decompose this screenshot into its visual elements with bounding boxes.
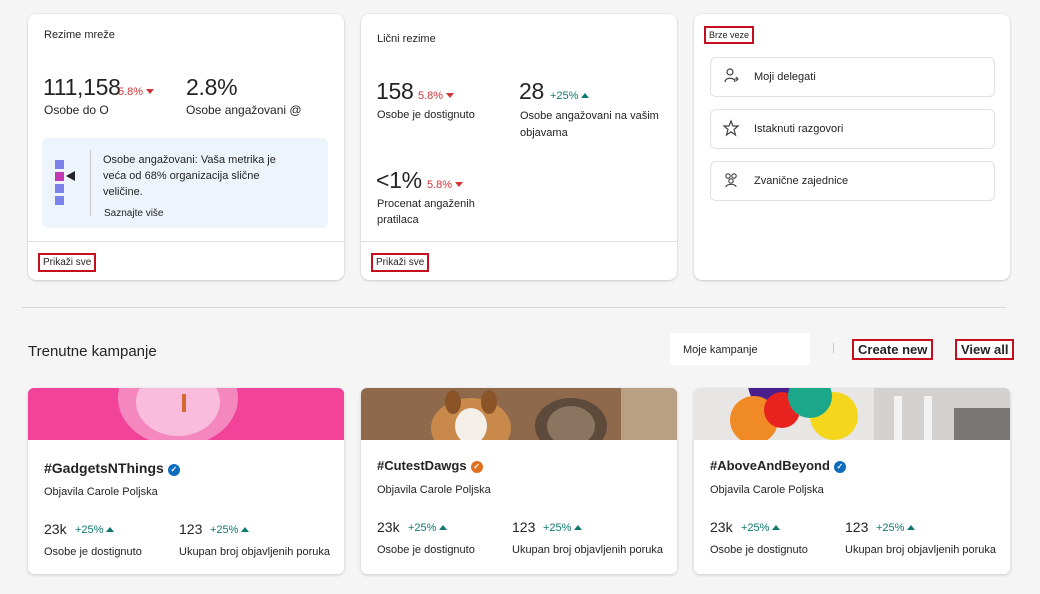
personal-followers-label: Procenat angaženih pratilaca [377,198,475,226]
personal-summary-card: Lični rezime 158 5.8% Osobe je dostignut… [361,14,677,280]
campaign-posts-value: 123 [179,521,203,537]
campaign-image-gadgets [28,388,344,440]
engagement-chart-icon [55,160,75,205]
campaign-card[interactable]: #AboveAndBeyond ✓ Objavila Carole Poljska… [694,388,1010,574]
personal-followers-value: <1% [376,167,422,193]
quick-links-card: Brze veze Moji delegati Istaknuti razgov… [694,14,1010,280]
verified-badge-icon: ✓ [833,461,846,473]
network-people-delta: 5.8% [118,86,155,98]
trend-down-icon [446,93,455,98]
create-new-button[interactable]: Create new [852,339,934,360]
campaign-card[interactable]: #CutestDawgs ✓ Objavila Carole Poljska 23… [361,388,677,574]
toolbar-separator [833,343,834,353]
trend-up-icon [772,525,781,530]
network-engaged-value: 2.8% [186,74,238,100]
campaign-author: Objavila Carole Poljska [710,484,824,496]
trend-down-icon [146,89,155,94]
campaign-reached-value: 23k [44,521,67,537]
campaign-filter-dropdown[interactable]: Moje kampanje [670,333,810,365]
campaign-image-balloons [694,388,1010,440]
campaign-reached-label: Osobe je dostignuto [377,544,475,556]
campaign-image-dogs [361,388,677,440]
trend-up-icon [907,525,916,530]
quick-link-featured[interactable]: Istaknuti razgovori [710,109,995,149]
quick-link-label: Zvanične zajednice [754,175,849,187]
campaigns-title: Trenutne kampanje [28,343,157,360]
personal-reached-delta: 5.8% [418,90,455,102]
network-summary-card: Rezime mreže 111,158 5.8% Osobe do O 2.8… [28,14,344,280]
campaign-posts-delta: +25% [876,522,916,534]
personal-engaged-label: Osobe angažovani na vašim objavama [520,110,659,139]
network-people-value: 111,158 [43,74,121,100]
section-divider [22,307,1006,308]
network-engaged-label: Osobe angažovani @ [186,103,302,117]
campaign-reached-delta: +25% [408,522,448,534]
personal-engaged-value: 28 [519,78,544,104]
verified-badge-icon: ✓ [167,464,180,476]
campaign-reached-delta: +25% [75,524,115,536]
quick-link-label: Istaknuti razgovori [754,123,844,135]
campaign-posts-delta: +25% [210,524,250,536]
campaign-reached-value: 23k [710,519,733,535]
verified-badge-icon: ✓ [470,461,483,473]
campaign-name: #AboveAndBeyond ✓ [710,458,846,473]
campaign-reached-label: Osobe je dostignuto [44,546,142,558]
view-all-button[interactable]: View all [955,339,1015,360]
campaign-posts-label: Ukupan broj objavljenih poruka [179,546,331,558]
trend-up-icon [581,93,590,98]
campaign-posts-label: Ukupan broj objavljenih poruka [512,544,664,556]
campaign-reached-delta: +25% [741,522,781,534]
campaign-posts-value: 123 [845,519,869,535]
personal-show-all-button[interactable]: Prikaži sve [371,253,430,272]
quick-link-delegates[interactable]: Moji delegati [710,57,995,97]
trend-down-icon [455,182,464,187]
trend-up-icon [439,525,448,530]
network-show-all-button[interactable]: Prikaži sve [38,253,97,272]
campaign-author: Objavila Carole Poljska [377,484,491,496]
quick-link-communities[interactable]: Zvanične zajednice [710,161,995,201]
card-footer-divider [28,241,344,242]
campaign-name: #CutestDawgs ✓ [377,458,483,473]
campaign-name: #GadgetsNThings ✓ [44,460,180,476]
info-divider [90,150,91,216]
info-text: Osobe angažovani: Vaša metrika je veća o… [103,154,276,198]
quick-link-label: Moji delegati [754,71,816,83]
personal-followers-delta: 5.8% [427,179,464,191]
card-footer-divider [361,241,677,242]
network-summary-title: Rezime mreže [44,29,115,41]
community-icon [721,171,741,191]
campaign-posts-value: 123 [512,519,536,535]
star-icon [721,119,741,139]
personal-reached-label: Osobe je dostignuto [377,109,475,121]
trend-up-icon [106,527,115,532]
campaign-reached-value: 23k [377,519,400,535]
personal-summary-title: Lični rezime [377,33,436,45]
network-people-label: Osobe do O [44,103,109,117]
campaign-posts-label: Ukupan broj objavljenih poruka [845,544,997,556]
personal-engaged-delta: +25% [550,90,590,102]
info-box: Osobe angažovani: Vaša metrika je veća o… [42,138,328,228]
trend-up-icon [241,527,250,532]
campaign-card[interactable]: #GadgetsNThings ✓ Objavila Carole Poljska… [28,388,344,574]
campaign-reached-label: Osobe je dostignuto [710,544,808,556]
delegates-icon [721,67,741,87]
campaign-posts-delta: +25% [543,522,583,534]
personal-reached-value: 158 [376,78,414,104]
learn-more-link[interactable]: Saznajte više [104,206,163,221]
quick-links-title: Brze veze [704,26,755,44]
trend-up-icon [574,525,583,530]
campaign-author: Objavila Carole Poljska [44,486,158,498]
campaign-filter-value: Moje kampanje [683,344,758,356]
